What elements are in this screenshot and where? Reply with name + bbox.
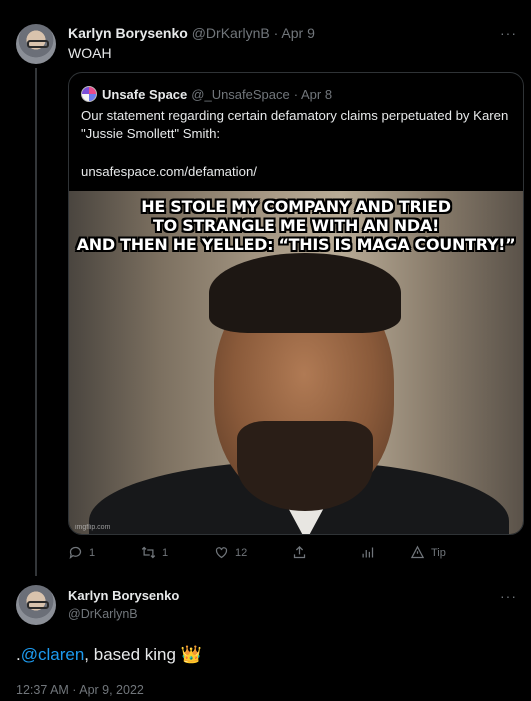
more-options-icon[interactable]: ··· [500,588,517,604]
tweet-date[interactable]: · Apr 9 [274,25,315,41]
reply-count: 1 [89,546,96,559]
text-body: , based king [84,645,181,664]
meme-caption-line-2: TO STRANGLE ME WITH AN NDA! [153,216,439,235]
heart-icon [215,547,228,559]
avatar[interactable] [16,24,56,64]
quoted-tweet[interactable]: Unsafe Space @_UnsafeSpace · Apr 8 Our s… [68,72,524,535]
mention-link[interactable]: @claren [21,645,85,664]
retweet-icon [141,546,156,559]
tweet-header: Karlyn Borysenko @DrKarlynB · Apr 9 [68,25,315,41]
quoted-link[interactable]: unsafespace.com/defamation/ [81,164,257,179]
retweet-button[interactable]: 1 [141,545,168,560]
tip-label: Tip [431,546,446,559]
more-options-icon[interactable]: ··· [500,25,517,41]
retweet-count: 1 [162,546,169,559]
tip-button[interactable]: Tip [410,545,446,560]
meme-beard [237,421,373,511]
quoted-tweet-header: Unsafe Space @_UnsafeSpace · Apr 8 [81,86,332,102]
analytics-icon [362,547,374,558]
tweet-text: WOAH [68,45,112,61]
avatar[interactable] [16,585,56,625]
author-handle[interactable]: @DrKarlynB [68,607,138,621]
quoted-author-handle: @_UnsafeSpace [191,86,290,102]
author-handle[interactable]: @DrKarlynB [192,25,270,41]
like-button[interactable]: 12 [214,545,247,560]
meme-image[interactable]: HE STOLE MY COMPANY AND TRIED TO STRANGL… [69,191,523,534]
share-button[interactable] [292,545,307,560]
quoted-date: · Apr 8 [293,86,333,102]
reply-button[interactable]: 1 [68,545,95,560]
tip-icon [410,545,425,559]
share-icon [293,545,306,559]
crown-icon: 👑 [180,645,202,664]
like-count: 12 [235,546,248,559]
tweet-text: .@claren, based king 👑 [16,645,202,665]
reply-icon [69,546,82,559]
author-name[interactable]: Karlyn Borysenko [68,25,188,41]
quoted-text: Our statement regarding certain defamato… [81,108,509,141]
tweet-timestamp[interactable]: 12:37 AM · Apr 9, 2022 [16,683,144,697]
thread-line [35,68,37,576]
author-name[interactable]: Karlyn Borysenko [68,588,179,603]
meme-hair [209,253,401,333]
quoted-avatar [81,86,97,102]
quoted-author-name: Unsafe Space [102,86,188,102]
tweet-actions: 1 1 12 Tip [68,545,468,565]
meme-caption-line-1: HE STOLE MY COMPANY AND TRIED [141,197,451,216]
analytics-button[interactable] [360,545,375,560]
meme-caption-line-3: AND THEN HE YELLED: “THIS IS MAGA COUNTR… [76,235,516,254]
meme-watermark: imgflip.com [75,524,111,531]
